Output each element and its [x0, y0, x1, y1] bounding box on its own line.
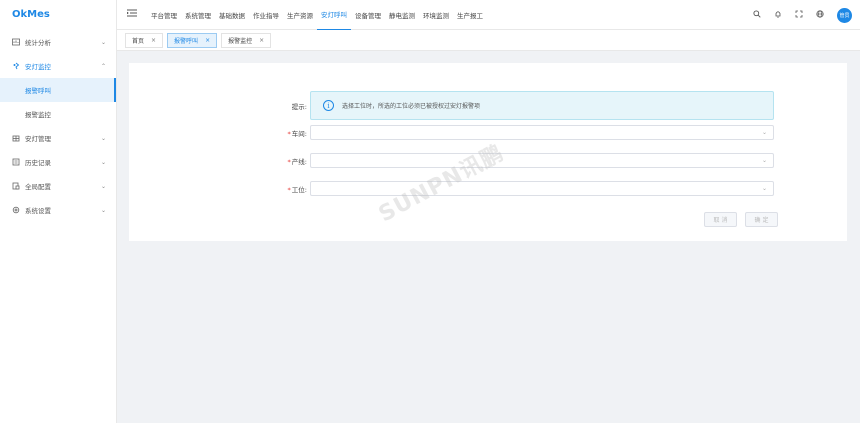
sidebar-item-system-settings[interactable]: 系统设置 ⌄: [0, 198, 116, 222]
sidebar-item-label: 历史记录: [25, 159, 51, 167]
workshop-label: *车间:: [129, 128, 310, 138]
sidebar-item-label: 安灯监控: [25, 63, 51, 71]
nav-item-andon[interactable]: 安灯呼叫: [317, 0, 351, 30]
nav-item-environment[interactable]: 环境监测: [419, 0, 453, 30]
workshop-select[interactable]: ⌄: [310, 125, 774, 140]
nav-item-system[interactable]: 系统管理: [181, 0, 215, 30]
tab-label: 报警呼叫: [174, 37, 199, 45]
menu-toggle-icon[interactable]: [117, 9, 147, 20]
nav-item-work-guide[interactable]: 作业指导: [249, 0, 283, 30]
chevron-down-icon: ⌄: [100, 206, 106, 214]
nav-item-report[interactable]: 生产报工: [453, 0, 487, 30]
form-actions: 取 消 确 定: [704, 212, 778, 227]
chevron-down-icon: ⌄: [100, 38, 106, 46]
confirm-button[interactable]: 确 定: [745, 212, 778, 227]
bell-icon[interactable]: [774, 10, 782, 20]
cancel-button[interactable]: 取 消: [704, 212, 737, 227]
top-navbar: 平台管理 系统管理 基础数据 作业指导 生产资源 安灯呼叫 设备管理 静电监测 …: [117, 0, 860, 30]
globe-icon[interactable]: [816, 10, 824, 20]
nav-item-basic-data[interactable]: 基础数据: [215, 0, 249, 30]
sidebar-item-andon-manage[interactable]: 安灯管理 ⌄: [0, 126, 116, 150]
page-tabs: 首页 × 报警呼叫 × 报警监控 ×: [117, 30, 860, 51]
nav-item-resources[interactable]: 生产资源: [283, 0, 317, 30]
gear-icon: [12, 206, 20, 214]
building-icon: [12, 134, 20, 142]
sidebar-item-label: 系统设置: [25, 207, 51, 215]
chevron-down-icon: ⌄: [100, 134, 106, 142]
workshop-row: *车间: ⌄: [129, 125, 774, 140]
line-select[interactable]: ⌄: [310, 153, 774, 168]
config-icon: [12, 182, 20, 190]
field-label: 工位:: [291, 185, 307, 194]
search-icon[interactable]: [753, 10, 761, 20]
nav-item-platform[interactable]: 平台管理: [147, 0, 181, 30]
chevron-down-icon: ⌄: [761, 129, 767, 136]
sidebar-item-andon-monitor[interactable]: 安灯监控 ⌃: [0, 54, 116, 78]
tab-label: 报警监控: [228, 37, 253, 45]
tip-label: 提示:: [291, 102, 307, 111]
required-mark: *: [287, 129, 291, 138]
chevron-down-icon: ⌄: [761, 157, 767, 164]
sidebar-item-stats[interactable]: 统计分析 ⌄: [0, 30, 116, 54]
fullscreen-icon[interactable]: [795, 10, 803, 20]
tip-row: 提示: i 选择工位时，所选的工位必须已被授权过安灯报警项: [129, 91, 774, 120]
tip-box: i 选择工位时，所选的工位必须已被授权过安灯报警项: [310, 91, 774, 120]
required-mark: *: [287, 185, 291, 194]
tab-label: 首页: [132, 37, 145, 45]
field-label: 产线:: [291, 157, 307, 166]
close-icon[interactable]: ×: [151, 37, 156, 44]
tip-text: 选择工位时，所选的工位必须已被授权过安灯报警项: [342, 103, 481, 110]
app-logo[interactable]: OkMes: [0, 0, 116, 30]
nav-item-esd[interactable]: 静电监测: [385, 0, 419, 30]
sidebar-item-global-config[interactable]: 全局配置 ⌄: [0, 174, 116, 198]
tab-alarm-call[interactable]: 报警呼叫 ×: [167, 32, 218, 48]
sidebar-item-label: 安灯管理: [25, 135, 51, 143]
sidebar: OkMes 统计分析 ⌄ 安灯监控 ⌃ 报警呼叫 报警监控 安灯管理 ⌄ 历史记…: [0, 0, 117, 423]
chevron-up-icon: ⌃: [100, 62, 106, 70]
sidebar-item-label: 统计分析: [25, 39, 51, 47]
monitor-icon: [12, 62, 20, 70]
tab-home[interactable]: 首页 ×: [125, 32, 164, 48]
sidebar-item-label: 全局配置: [25, 183, 51, 191]
chevron-down-icon: ⌄: [761, 185, 767, 192]
tab-alarm-monitor[interactable]: 报警监控 ×: [221, 32, 272, 48]
line-label: *产线:: [129, 156, 310, 166]
history-icon: [12, 158, 20, 166]
chevron-down-icon: ⌄: [100, 158, 106, 166]
station-select[interactable]: ⌄: [310, 181, 774, 196]
nav-item-equipment[interactable]: 设备管理: [351, 0, 385, 30]
top-nav: 平台管理 系统管理 基础数据 作业指导 生产资源 安灯呼叫 设备管理 静电监测 …: [147, 0, 487, 30]
chart-icon: [12, 38, 20, 46]
chevron-down-icon: ⌄: [100, 182, 106, 190]
station-label: *工位:: [129, 184, 310, 194]
sidebar-item-history[interactable]: 历史记录 ⌄: [0, 150, 116, 174]
close-icon[interactable]: ×: [259, 37, 264, 44]
close-icon[interactable]: ×: [205, 37, 210, 44]
required-mark: *: [287, 157, 291, 166]
sidebar-subitem-alarm-monitor[interactable]: 报警监控: [0, 102, 116, 126]
info-icon: i: [323, 100, 334, 111]
sidebar-subitem-alarm-call[interactable]: 报警呼叫: [0, 78, 116, 102]
field-label: 车间:: [291, 129, 307, 138]
avatar[interactable]: 管员: [837, 7, 852, 23]
top-right-tools: 管员: [753, 0, 852, 30]
